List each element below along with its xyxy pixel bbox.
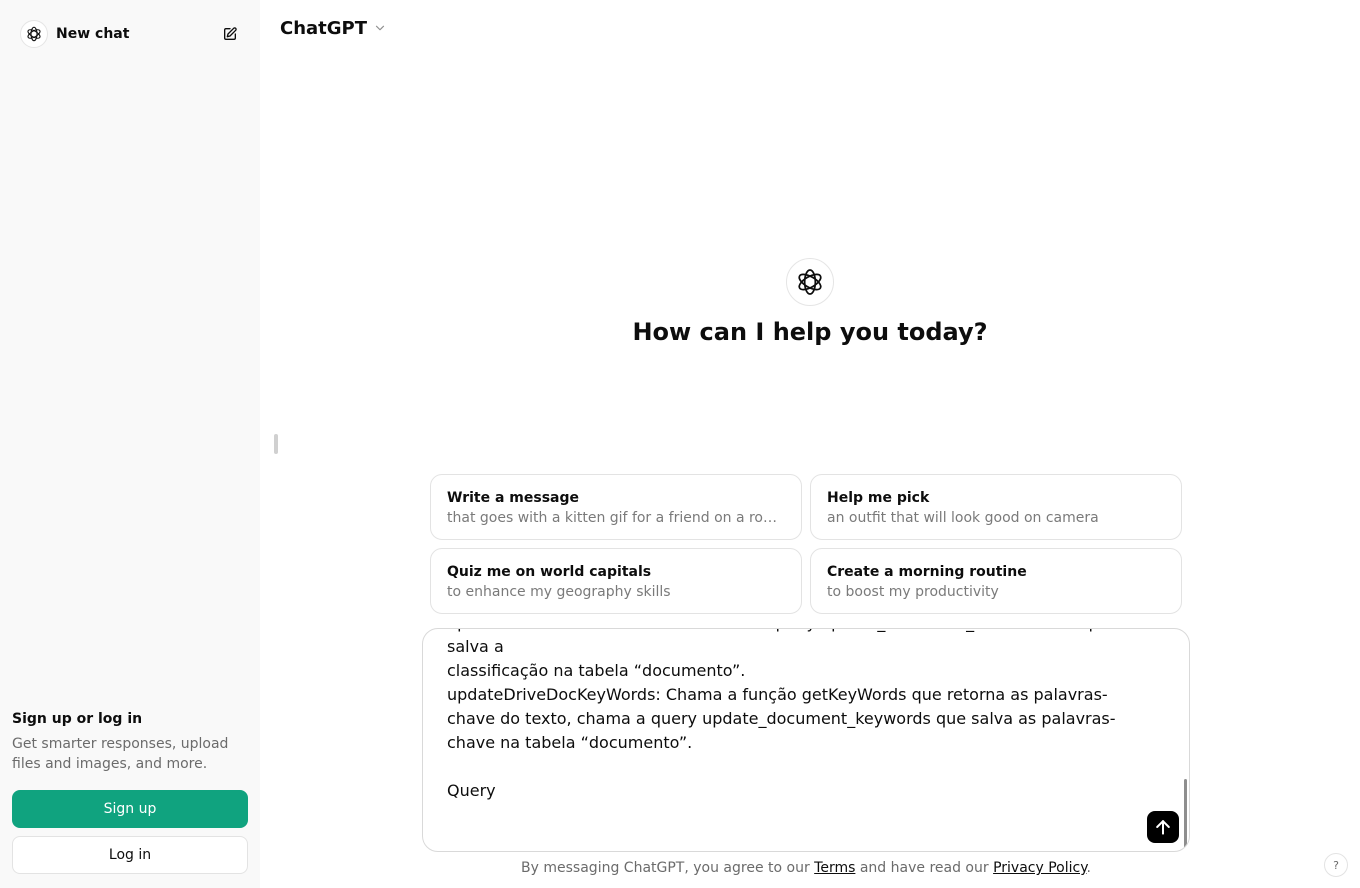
- message-line: [447, 755, 1147, 779]
- disclaimer-prefix: By messaging ChatGPT, you agree to our: [521, 860, 815, 876]
- disclaimer: By messaging ChatGPT, you agree to our T…: [422, 860, 1190, 876]
- openai-logo-icon: [20, 20, 48, 48]
- model-selector[interactable]: ChatGPT: [272, 10, 395, 46]
- terms-link[interactable]: Terms: [814, 860, 855, 876]
- suggestion-card[interactable]: Write a message that goes with a kitten …: [430, 474, 802, 540]
- message-line: chave na tabela “documento”.: [447, 733, 693, 752]
- message-line: chave do texto, chama a query update_doc…: [447, 709, 1116, 728]
- message-composer[interactable]: updateDriveDocClassification: Chama a qu…: [422, 628, 1190, 852]
- page-title: How can I help you today?: [632, 318, 988, 346]
- suggestion-subtitle: to enhance my geography skills: [447, 584, 671, 600]
- signup-description: Get smarter responses, upload files and …: [12, 736, 229, 772]
- suggestion-title: Create a morning routine: [827, 564, 1027, 580]
- arrow-up-icon: [1153, 817, 1173, 837]
- disclaimer-middle: and have read our: [855, 860, 994, 876]
- message-line: updateDriveDocClassification: Chama a qu…: [447, 629, 1113, 656]
- suggestion-card[interactable]: Help me pick an outfit that will look go…: [810, 474, 1182, 540]
- signup-title: Sign up or log in: [12, 711, 143, 727]
- chevron-down-icon: [373, 21, 387, 35]
- compose-icon[interactable]: [220, 24, 240, 44]
- disclaimer-suffix: .: [1086, 860, 1091, 876]
- log-in-button[interactable]: Log in: [12, 836, 248, 874]
- composer-scrollbar[interactable]: [1184, 779, 1187, 849]
- message-input[interactable]: updateDriveDocClassification: Chama a qu…: [447, 629, 1147, 803]
- suggestion-subtitle: an outfit that will look good on camera: [827, 510, 1099, 526]
- new-chat-label: New chat: [56, 26, 130, 42]
- message-line: classificação na tabela “documento”.: [447, 661, 746, 680]
- sidebar: New chat Sign up or log in Get smarter r…: [0, 0, 260, 888]
- suggestion-title: Write a message: [447, 490, 579, 506]
- suggestion-subtitle: that goes with a kitten gif for a friend…: [447, 510, 785, 526]
- message-line: updateDriveDocKeyWords: Chama a função g…: [447, 685, 1108, 704]
- openai-logo-icon: [786, 258, 834, 306]
- suggestion-title: Help me pick: [827, 490, 930, 506]
- sign-up-button[interactable]: Sign up: [12, 790, 248, 828]
- suggestion-card[interactable]: Create a morning routine to boost my pro…: [810, 548, 1182, 614]
- message-line: Query: [447, 781, 496, 800]
- new-chat-button[interactable]: New chat: [12, 14, 248, 54]
- privacy-policy-link[interactable]: Privacy Policy: [993, 860, 1086, 876]
- send-button[interactable]: [1147, 811, 1179, 843]
- sidebar-collapse-handle[interactable]: [274, 434, 278, 454]
- model-name: ChatGPT: [280, 17, 368, 39]
- suggestion-title: Quiz me on world capitals: [447, 564, 652, 580]
- suggestion-subtitle: to boost my productivity: [827, 584, 999, 600]
- suggestion-card[interactable]: Quiz me on world capitals to enhance my …: [430, 548, 802, 614]
- help-button[interactable]: ?: [1324, 853, 1348, 877]
